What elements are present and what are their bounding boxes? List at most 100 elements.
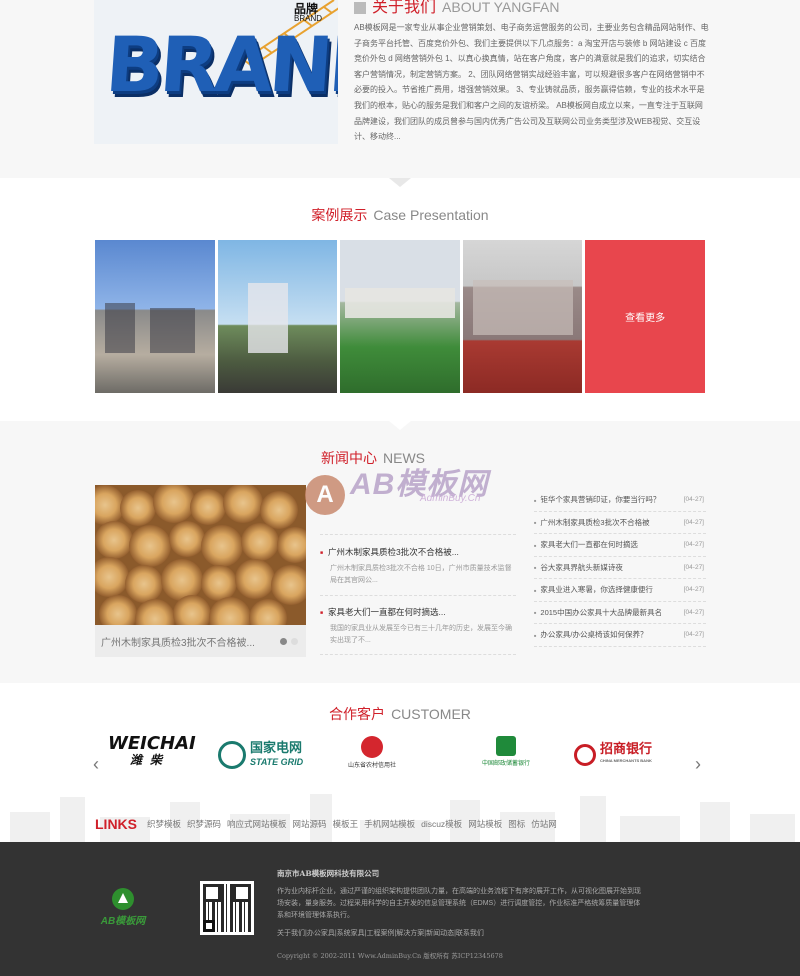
- about-heading[interactable]: 关于我们 ABOUT YANGFAN: [354, 0, 560, 17]
- news-photo-caption-text: 广州木制家具质检3批次不合格被...: [101, 638, 255, 649]
- rural-credit-icon: [361, 736, 383, 758]
- brand-tag-en: BRAND: [294, 14, 323, 23]
- news-middle-title[interactable]: 家具老大们一直都在何时摘选...: [320, 606, 516, 618]
- customer-logo-cmb[interactable]: 招商银行 CHINA MERCHANTS BANK: [574, 736, 652, 774]
- about-text: AB模板网是一家专业从事企业营销策划、电子商务运营服务的公司，主要业务包含精品网…: [354, 23, 709, 142]
- link-item[interactable]: 仿站网: [531, 818, 557, 830]
- news-middle-title[interactable]: 广州木制家具质检3批次不合格被...: [320, 546, 516, 558]
- watermark-logo-icon: A: [305, 475, 345, 515]
- news-item-date: [04-27]: [683, 631, 704, 639]
- cmb-sub: CHINA MERCHANTS BANK: [600, 758, 652, 763]
- customer-title-cn: 合作客户: [329, 706, 386, 722]
- qr-code: [200, 881, 254, 935]
- news-item-date: [04-27]: [683, 496, 704, 504]
- postal-bank-icon: [496, 736, 516, 756]
- postal-bank-name: 中国邮政储蓄银行: [482, 761, 531, 767]
- link-item[interactable]: 手机网站模板: [364, 818, 415, 830]
- news-list-item[interactable]: 2015中国办公家具十大品牌最新具名 [04-27]: [534, 602, 706, 624]
- case-image-1[interactable]: [95, 240, 215, 393]
- state-grid-icon: [218, 741, 246, 769]
- cases-heading: 案例展示 Case Presentation: [0, 205, 800, 225]
- rural-credit-name: 山东省农村信用社: [348, 763, 397, 769]
- news-item-date: [04-27]: [683, 518, 704, 526]
- news-list-item[interactable]: 家具老大们一直都在何时摘选 [04-27]: [534, 534, 706, 557]
- divider: [320, 654, 516, 655]
- customer-logo-rural-credit[interactable]: 山东省农村信用社: [348, 736, 396, 774]
- brand-image[interactable]: BRAND 品牌 BRAND: [94, 0, 338, 144]
- news-middle-desc: 我国的家具业从发展至今已有三十几年的历史，发展至今确实出现了不...: [330, 625, 512, 644]
- links-label: LINKS: [95, 816, 137, 832]
- news-photo[interactable]: [95, 485, 306, 625]
- about-title-cn: 关于我们: [372, 0, 437, 16]
- case-image-2[interactable]: [217, 240, 338, 393]
- brand-word: BRAND: [102, 20, 338, 109]
- footer-copyright: Copyright © 2002-2011 Www.AdminBuy.Cn 版权…: [277, 952, 503, 960]
- news-list-item[interactable]: 家具业进入寒暑，你选择健康便行 [04-27]: [534, 579, 706, 602]
- footer-nav[interactable]: 关于我们|办公家具|系统家具|工程案例|解决方案|新闻动态|联系我们: [277, 928, 484, 938]
- link-item[interactable]: 网站源码: [293, 818, 327, 830]
- link-item[interactable]: 响应式网站模板: [227, 818, 287, 830]
- news-list-item[interactable]: 谷大家具界航头新媒诗夜 [04-27]: [534, 557, 706, 579]
- link-item[interactable]: 模板王: [333, 818, 359, 830]
- news-item-date: [04-27]: [683, 586, 704, 594]
- news-middle-desc: 广州木制家具质检3批次不合格 10日，广州市质量技术监督局在其官网公...: [330, 565, 512, 584]
- friend-links: LINKS 织梦模板 织梦源码 响应式网站模板 网站源码 模板王 手机网站模板 …: [95, 816, 557, 832]
- customer-title-en: CUSTOMER: [391, 706, 471, 722]
- divider: [320, 534, 516, 535]
- chevron-down-icon: [389, 178, 411, 187]
- link-item[interactable]: 图标: [508, 818, 525, 830]
- cmb-name: 招商银行: [600, 741, 653, 756]
- about-title-en: ABOUT YANGFAN: [442, 0, 560, 15]
- case-image-4[interactable]: [462, 240, 583, 393]
- cases-title-en: Case Presentation: [373, 207, 489, 223]
- footer-logo-text: AB模板网: [100, 916, 146, 927]
- news-list-item[interactable]: 钜华个家具营销印证，你要当行吗？ [04-27]: [534, 489, 706, 512]
- about-square-icon: [354, 1, 366, 14]
- news-item-date: [04-27]: [683, 608, 704, 616]
- link-item[interactable]: discuz模板: [421, 818, 462, 830]
- news-middle-item[interactable]: 家具老大们一直都在何时摘选... 我国的家具业从发展至今已有三十几年的历史，发展…: [320, 606, 516, 647]
- link-item[interactable]: 织梦模板: [147, 818, 181, 830]
- carousel-prev-icon[interactable]: ‹: [93, 754, 99, 775]
- news-item-title[interactable]: 广州木制家具质检3批次不合格被: [534, 517, 649, 528]
- footer-logo[interactable]: AB模板网: [96, 888, 150, 927]
- slider-dot[interactable]: [280, 638, 287, 645]
- slider-dot[interactable]: [291, 638, 298, 645]
- news-item-title[interactable]: 2015中国办公家具十大品牌最新具名: [534, 607, 662, 618]
- news-list-item[interactable]: 办公家具/办公桌椅该如何保养？ [04-27]: [534, 624, 706, 647]
- state-grid-sub: STATE GRID: [250, 757, 304, 767]
- cases-gallery: 查看更多: [95, 240, 705, 393]
- weichai-name: WEICHAI: [108, 733, 196, 754]
- state-grid-name: 国家电网: [250, 740, 303, 755]
- link-item[interactable]: 织梦源码: [187, 818, 221, 830]
- case-image-3[interactable]: [340, 240, 460, 393]
- view-more-label: 查看更多: [625, 313, 666, 324]
- news-list: 钜华个家具营销印证，你要当行吗？ [04-27] 广州木制家具质检3批次不合格被 […: [534, 489, 706, 647]
- customer-logo-postal-bank[interactable]: 中国邮政储蓄银行: [482, 736, 530, 774]
- news-item-date: [04-27]: [683, 563, 704, 571]
- news-item-title[interactable]: 家具业进入寒暑，你选择健康便行: [534, 584, 653, 595]
- cases-title-cn: 案例展示: [311, 207, 368, 223]
- watermark-url: AdminBuy.Cn: [420, 493, 481, 504]
- slider-dots[interactable]: [276, 637, 298, 648]
- news-item-title[interactable]: 钜华个家具营销印证，你要当行吗？: [534, 494, 660, 505]
- link-item[interactable]: 网站模板: [468, 818, 502, 830]
- customer-logo-weichai[interactable]: WEICHAI 潍柴: [108, 733, 196, 774]
- cmb-icon: [574, 744, 596, 766]
- customer-logo-state-grid[interactable]: 国家电网 STATE GRID: [218, 736, 303, 774]
- news-item-title[interactable]: 办公家具/办公桌椅该如何保养？: [534, 629, 647, 640]
- watermark: A AB模板网 AdminBuy.Cn: [305, 455, 505, 525]
- customer-heading: 合作客户 CUSTOMER: [0, 704, 800, 724]
- carousel-next-icon[interactable]: ›: [695, 754, 701, 775]
- news-photo-caption[interactable]: 广州木制家具质检3批次不合格被...: [95, 625, 306, 657]
- news-item-date: [04-27]: [683, 541, 704, 549]
- view-more-button[interactable]: 查看更多: [585, 240, 705, 393]
- weichai-sub: 潍柴: [130, 753, 171, 767]
- news-item-title[interactable]: 谷大家具界航头新媒诗夜: [534, 562, 623, 573]
- news-middle-item[interactable]: 广州木制家具质检3批次不合格被... 广州木制家具质检3批次不合格 10日，广州…: [320, 546, 516, 587]
- footer-description: 作为业内标杆企业，通过严谨的组织架构提供团队力量，在高端的业务流程下有序的展开工…: [277, 888, 641, 919]
- news-list-item[interactable]: 广州木制家具质检3批次不合格被 [04-27]: [534, 512, 706, 534]
- about-section: BRAND 品牌 BRAND 关于我们 ABOUT YANGFAN AB模板网是一…: [0, 0, 800, 178]
- footer-logo-icon: [112, 888, 134, 910]
- news-item-title[interactable]: 家具老大们一直都在何时摘选: [534, 539, 638, 550]
